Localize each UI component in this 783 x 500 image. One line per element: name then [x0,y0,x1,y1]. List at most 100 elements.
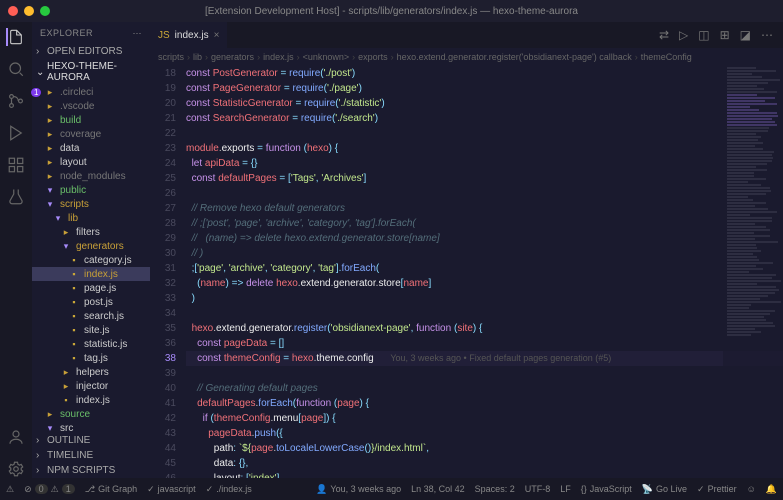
code-line[interactable]: const StatisticGenerator = require('./st… [186,96,783,111]
folder-filters[interactable]: ▸filters [32,225,150,239]
search-icon[interactable] [7,60,25,78]
status-golive[interactable]: 📡 Go Live [642,484,687,495]
code-line[interactable]: const pageData = [] [186,336,783,351]
grid-icon[interactable]: ⊞ [720,28,730,42]
status-bell-icon[interactable]: 🔔 [766,484,777,495]
code-line[interactable]: ) [186,291,783,306]
code-line[interactable]: // (name) => delete hexo.extend.generato… [186,231,783,246]
account-icon[interactable] [7,428,25,446]
breadcrumb-item[interactable]: hexo.extend.generator.register('obsidian… [397,52,632,62]
folder--circleci[interactable]: ▸.circleci [32,85,150,99]
folder-coverage[interactable]: ▸coverage [32,127,150,141]
status-filepath[interactable]: ✓ ./index.js [206,484,252,495]
folder-helpers[interactable]: ▸helpers [32,365,150,379]
code-line[interactable] [186,306,783,321]
breadcrumb-item[interactable]: <unknown> [303,52,350,62]
code-line[interactable]: pageData.push({ [186,426,783,441]
code-line[interactable]: const SearchGenerator = require('./searc… [186,111,783,126]
file-statistic-js[interactable]: ▪statistic.js [32,337,150,351]
code-line[interactable]: path: `${page.toLocaleLowerCase()}/index… [186,441,783,456]
code-lines[interactable]: const PostGenerator = require('./post') c… [186,66,783,478]
extensions-icon[interactable] [7,156,25,174]
section-outline[interactable]: ›OUTLINE [32,433,150,448]
code-line[interactable]: defaultPages.forEach(function (page) { [186,396,783,411]
compare-icon[interactable]: ⇄ [659,28,669,42]
folder-generators[interactable]: ▾generators [32,239,150,253]
status-blame[interactable]: 👤 You, 3 weeks ago [316,484,401,495]
minimize-window[interactable] [24,6,34,16]
breadcrumbs[interactable]: scripts›lib›generators›index.js›<unknown… [150,48,783,66]
section-open-editors[interactable]: ›OPEN EDITORS [32,44,150,59]
status-eol[interactable]: LF [560,484,571,494]
file-site-js[interactable]: ▪site.js [32,323,150,337]
minimap[interactable] [723,66,783,478]
code-line[interactable]: // Remove hexo default generators [186,201,783,216]
code-line[interactable] [186,126,783,141]
settings-icon[interactable] [7,460,25,478]
breadcrumb-item[interactable]: lib [193,52,202,62]
folder-layout[interactable]: ▸layout [32,155,150,169]
file-index-js[interactable]: ▪index.js [32,393,150,407]
folder-data[interactable]: ▸data [32,141,150,155]
sidebar-more-icon[interactable]: ⋯ [133,28,143,39]
split-icon[interactable]: ◫ [698,28,709,42]
breadcrumb-item[interactable]: exports [358,52,388,62]
file-category-js[interactable]: ▪category.js [32,253,150,267]
file-page-js[interactable]: ▪page.js [32,281,150,295]
breadcrumb-item[interactable]: themeConfig [641,52,692,62]
breadcrumb-item[interactable]: scripts [158,52,184,62]
close-window[interactable] [8,6,18,16]
more-icon[interactable]: ⋯ [761,28,773,42]
file-tag-js[interactable]: ▪tag.js [32,351,150,365]
status-spaces[interactable]: Spaces: 2 [475,484,515,494]
status-remote[interactable]: ⚠ [6,484,14,495]
folder-node-modules[interactable]: ▸node_modules [32,169,150,183]
status-prettier[interactable]: ✓ Prettier [697,484,737,495]
file-post-js[interactable]: ▪post.js [32,295,150,309]
code-line[interactable]: // ) [186,246,783,261]
status-encoding[interactable]: UTF-8 [525,484,551,494]
close-tab-icon[interactable]: × [214,30,220,41]
tab-index-js[interactable]: JS index.js × [150,22,227,48]
code-line[interactable]: if (themeConfig.menu[page]) { [186,411,783,426]
code-line[interactable]: const themeConfig = hexo.theme.config Yo… [186,351,783,366]
code-line[interactable]: // ;['post', 'page', 'archive', 'categor… [186,216,783,231]
maximize-window[interactable] [40,6,50,16]
explorer-icon[interactable] [6,28,24,46]
toggle-icon[interactable]: ◪ [740,28,751,42]
run-icon[interactable]: ▷ [679,28,688,42]
breadcrumb-item[interactable]: generators [211,52,254,62]
code-line[interactable]: hexo.extend.generator.register('obsidian… [186,321,783,336]
status-errors[interactable]: ⊘0 ⚠1 [24,484,75,495]
breadcrumb-item[interactable]: index.js [263,52,294,62]
file-index-js[interactable]: ▪index.js [32,267,150,281]
code-line[interactable] [186,366,783,381]
folder-src[interactable]: ▾src [32,421,150,433]
code-line[interactable]: module.exports = function (hexo) { [186,141,783,156]
code-line[interactable]: data: {}, [186,456,783,471]
code-line[interactable]: const PostGenerator = require('./post') [186,66,783,81]
status-feedback-icon[interactable]: ☺ [747,484,756,494]
code-line[interactable]: (name) => delete hexo.extend.generator.s… [186,276,783,291]
code-line[interactable]: // Generating default pages [186,381,783,396]
folder-public[interactable]: ▾public [32,183,150,197]
folder-source[interactable]: ▸source [32,407,150,421]
code-line[interactable]: layout: ['index'] [186,471,783,478]
status-language[interactable]: {} JavaScript [581,484,632,494]
folder--vscode[interactable]: ▸.vscode [32,99,150,113]
source-control-icon[interactable]: 1 [7,92,25,110]
section-timeline[interactable]: ›TIMELINE [32,448,150,463]
section-npm[interactable]: ›NPM SCRIPTS [32,463,150,478]
folder-scripts[interactable]: ▾scripts [32,197,150,211]
file-search-js[interactable]: ▪search.js [32,309,150,323]
code-line[interactable] [186,186,783,201]
status-jscheck[interactable]: ✓ javascript [147,484,196,495]
code-line[interactable]: let apiData = {} [186,156,783,171]
test-icon[interactable] [7,188,25,206]
debug-icon[interactable] [7,124,25,142]
section-project[interactable]: ⌄HEXO-THEME-AURORA [32,59,150,85]
code-line[interactable]: const defaultPages = ['Tags', 'Archives'… [186,171,783,186]
status-position[interactable]: Ln 38, Col 42 [411,484,465,494]
status-git-graph[interactable]: ⎇Git Graph [85,484,137,495]
folder-lib[interactable]: ▾lib [32,211,150,225]
